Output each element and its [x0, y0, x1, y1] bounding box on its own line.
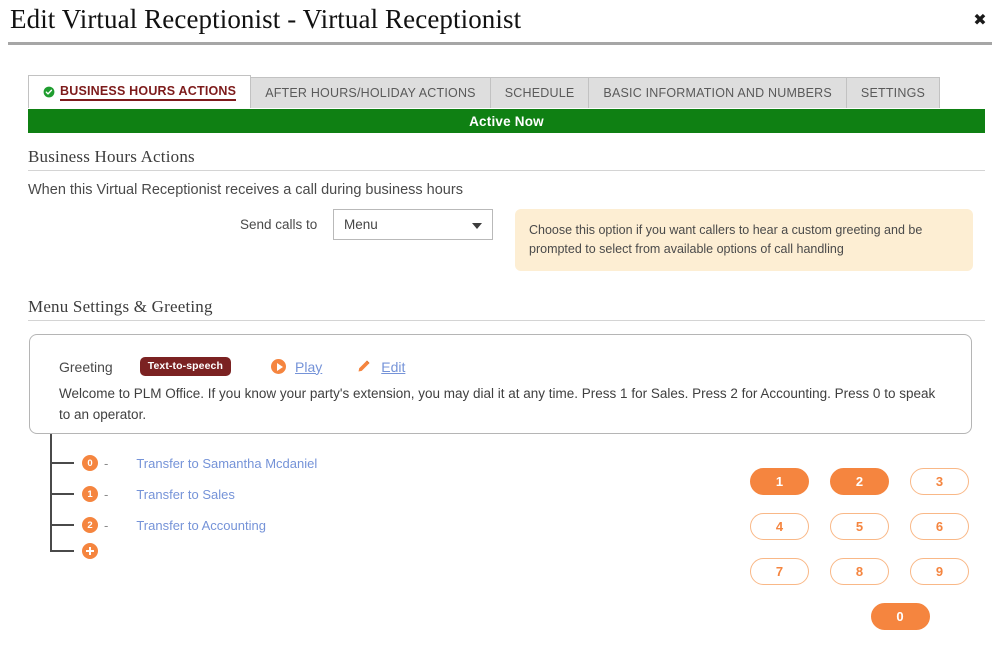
dtmf-keypad: 1 2 3 4 5 6 7 8 9 0: [750, 468, 970, 648]
menu-option-action-link[interactable]: Transfer to Sales: [136, 487, 235, 502]
section-divider: [28, 170, 985, 171]
tree-branch: [52, 493, 74, 495]
play-icon[interactable]: [271, 359, 287, 374]
tab-label: BASIC INFORMATION AND NUMBERS: [603, 86, 832, 100]
keypad-key-7[interactable]: 7: [750, 558, 809, 585]
add-menu-option-row[interactable]: [82, 542, 98, 560]
menu-option-row[interactable]: 2 - Transfer to Accounting: [82, 516, 266, 534]
menu-option-digit[interactable]: 2: [82, 517, 98, 533]
greeting-text: Welcome to PLM Office. If you know your …: [59, 386, 936, 422]
keypad-key-8[interactable]: 8: [830, 558, 889, 585]
menu-option-dash: -: [104, 455, 109, 471]
section-heading-business-hours-actions: Business Hours Actions: [28, 147, 195, 166]
tab-schedule[interactable]: SCHEDULE: [489, 77, 590, 108]
menu-option-dash: -: [104, 486, 109, 502]
menu-option-row[interactable]: 0 - Transfer to Samantha Mcdaniel: [82, 454, 317, 472]
tab-label: BUSINESS HOURS ACTIONS: [60, 84, 237, 101]
menu-option-action-link[interactable]: Transfer to Samantha Mcdaniel: [136, 456, 317, 471]
menu-option-digit[interactable]: 1: [82, 486, 98, 502]
tab-business-hours-actions[interactable]: BUSINESS HOURS ACTIONS: [28, 75, 252, 108]
status-badge-active-now: Active Now: [28, 109, 985, 133]
send-calls-to-label: Send calls to: [240, 217, 318, 232]
send-calls-to-help-text: Choose this option if you want callers t…: [515, 209, 973, 271]
keypad-row: 1 2 3: [750, 468, 970, 495]
keypad-key-1[interactable]: 1: [750, 468, 809, 495]
keypad-key-3[interactable]: 3: [910, 468, 969, 495]
keypad-key-5[interactable]: 5: [830, 513, 889, 540]
section-divider: [28, 320, 985, 321]
header-divider: [8, 42, 992, 45]
send-calls-to-value: Menu: [344, 217, 378, 232]
chevron-down-icon: [472, 222, 482, 229]
pencil-icon[interactable]: [356, 359, 371, 374]
keypad-key-2[interactable]: 2: [830, 468, 889, 495]
keypad-key-6[interactable]: 6: [910, 513, 969, 540]
menu-option-tree: 0 - Transfer to Samantha Mcdaniel 1 - Tr…: [50, 434, 470, 564]
tree-branch: [52, 524, 74, 526]
greeting-label: Greeting: [59, 358, 113, 375]
keypad-key-4[interactable]: 4: [750, 513, 809, 540]
tab-basic-information-and-numbers[interactable]: BASIC INFORMATION AND NUMBERS: [588, 77, 847, 108]
virtual-receptionist-dialog: Edit Virtual Receptionist - Virtual Rece…: [0, 0, 1000, 658]
check-circle-icon: [43, 86, 55, 98]
menu-option-action-link[interactable]: Transfer to Accounting: [136, 518, 266, 533]
section-heading-menu-settings-greeting: Menu Settings & Greeting: [28, 297, 213, 316]
tab-label: SCHEDULE: [504, 86, 575, 100]
keypad-key-0[interactable]: 0: [870, 603, 930, 630]
edit-greeting-link[interactable]: Edit: [381, 359, 405, 375]
menu-option-dash: -: [104, 517, 109, 533]
tree-branch: [52, 550, 74, 552]
play-greeting-link[interactable]: Play: [295, 359, 322, 375]
greeting-type-badge: Text-to-speech: [139, 357, 232, 376]
keypad-row: 7 8 9: [750, 558, 970, 585]
send-calls-to-select[interactable]: Menu: [333, 209, 493, 240]
plus-circle-icon[interactable]: [82, 543, 98, 559]
greeting-card: Greeting Text-to-speech Play Edit Welcom…: [29, 334, 972, 434]
menu-option-row[interactable]: 1 - Transfer to Sales: [82, 485, 235, 503]
keypad-key-9[interactable]: 9: [910, 558, 969, 585]
page-title: Edit Virtual Receptionist - Virtual Rece…: [10, 4, 522, 34]
menu-option-digit[interactable]: 0: [82, 455, 98, 471]
tree-branch: [52, 462, 74, 464]
keypad-row: 4 5 6: [750, 513, 970, 540]
tab-settings[interactable]: SETTINGS: [845, 77, 941, 108]
tab-label: AFTER HOURS/HOLIDAY ACTIONS: [265, 86, 476, 100]
tab-after-hours-holiday-actions[interactable]: AFTER HOURS/HOLIDAY ACTIONS: [250, 77, 491, 108]
tab-bar: BUSINESS HOURS ACTIONS AFTER HOURS/HOLID…: [28, 75, 941, 108]
greeting-toolbar: Greeting Text-to-speech Play Edit: [59, 357, 405, 376]
close-icon[interactable]: ✖: [971, 11, 989, 29]
tab-label: SETTINGS: [860, 86, 926, 100]
keypad-row: 0: [830, 603, 970, 630]
business-hours-description: When this Virtual Receptionist receives …: [28, 182, 463, 198]
